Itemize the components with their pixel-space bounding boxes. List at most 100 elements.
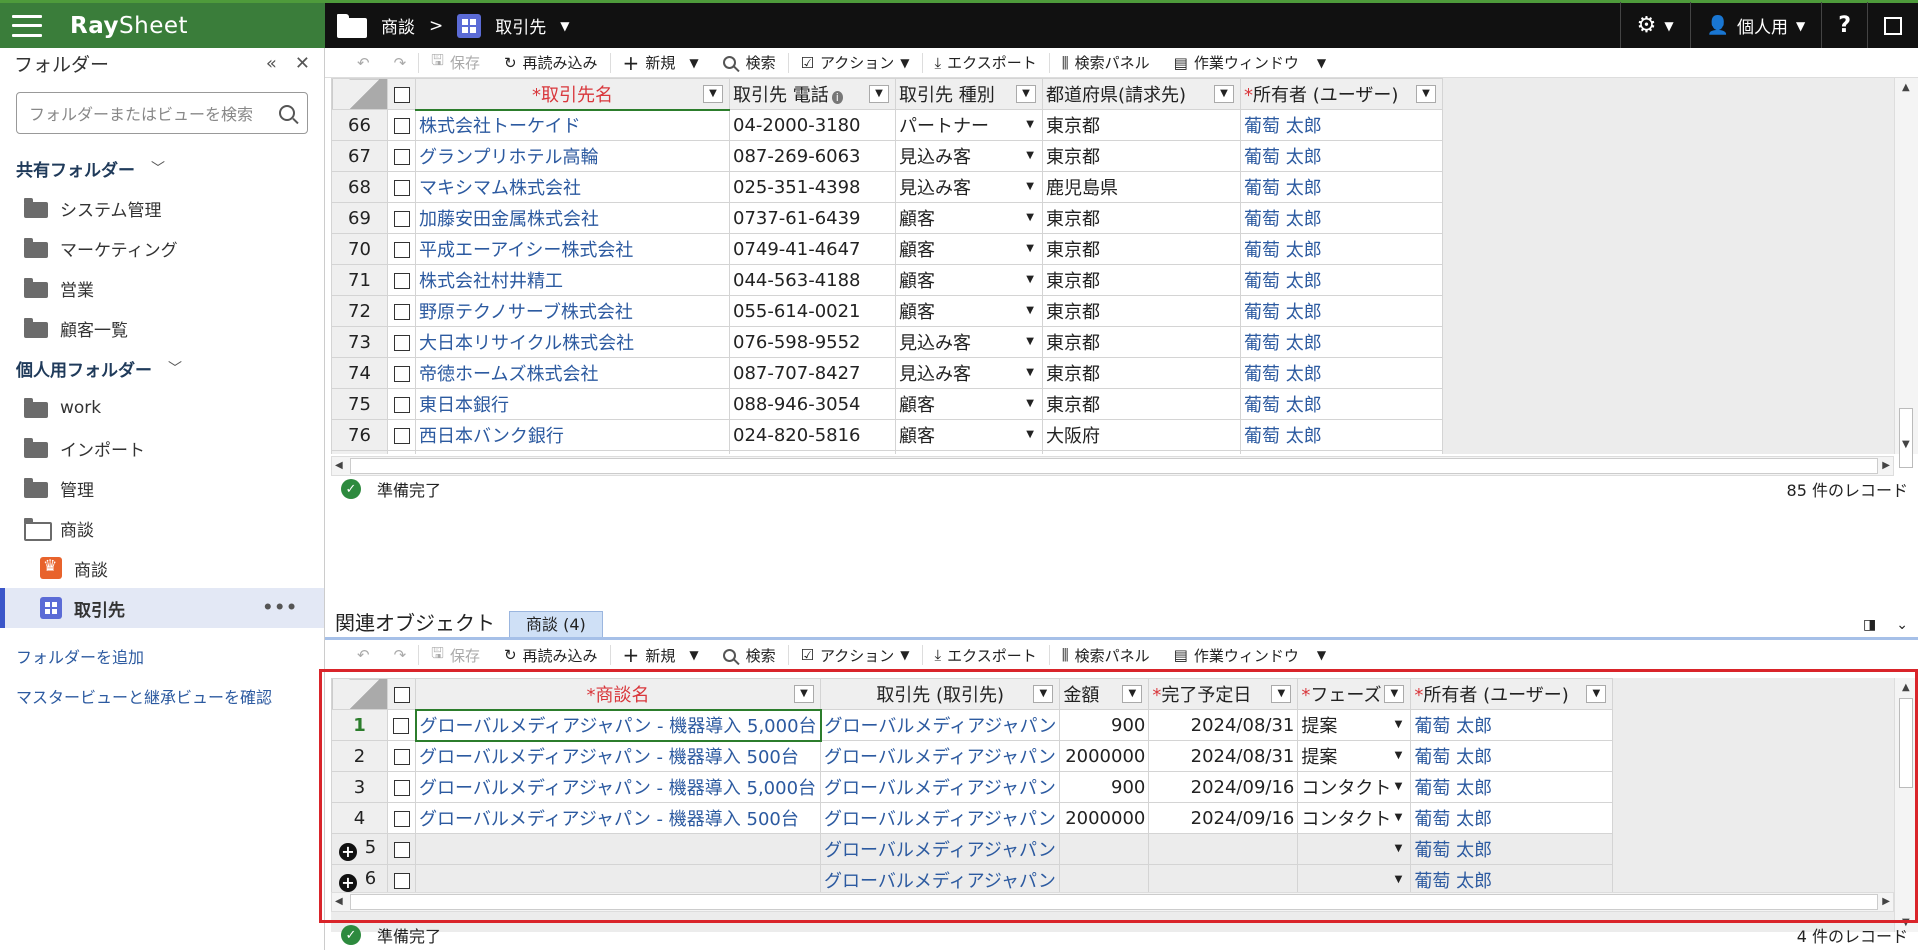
sidebar-item-work[interactable]: work — [0, 388, 324, 428]
type-cell[interactable]: 見込み客 — [895, 171, 1043, 203]
save-button[interactable]: 🖫 保存 — [419, 48, 492, 78]
column-menu-icon[interactable]: ▼ — [1416, 85, 1436, 103]
row-checkbox[interactable] — [387, 450, 416, 454]
close-date-cell[interactable]: 2024/09/16 — [1148, 802, 1299, 834]
search-button[interactable]: 検索 — [711, 640, 788, 670]
row-number[interactable]: 68 — [331, 171, 388, 203]
column-menu-icon[interactable]: ▼ — [1122, 685, 1143, 703]
close-date-cell[interactable]: 2024/09/16 — [1148, 771, 1299, 803]
prefecture-cell[interactable]: 東京都 — [1042, 140, 1241, 172]
scroll-thumb[interactable] — [350, 894, 1878, 910]
type-cell[interactable]: 見込み客 — [895, 140, 1043, 172]
prefecture-cell[interactable]: 東京都 — [1042, 388, 1241, 420]
account-name-cell[interactable]: 大日本リサイクル株式会社 — [415, 326, 730, 358]
collapse-down-icon[interactable]: ⌄ — [1896, 617, 1908, 633]
account-name-cell[interactable]: 西日本バンク銀行 — [415, 419, 730, 451]
reload-button[interactable]: ↻ 再読み込み — [492, 48, 610, 78]
account-name-cell[interactable]: マキシマム株式会社 — [415, 171, 730, 203]
sidebar-item-accounts-view[interactable]: 取引先 ••• — [0, 588, 324, 628]
row-number[interactable]: 72 — [331, 295, 388, 327]
amount-cell[interactable]: 2000000 — [1059, 740, 1150, 772]
row-checkbox[interactable] — [387, 326, 416, 358]
account-name-cell[interactable]: 株式会社村井精工 — [415, 264, 730, 296]
row-number[interactable]: 71 — [331, 264, 388, 296]
phone-cell[interactable]: 076-598-9552 — [729, 326, 896, 358]
tab-deals[interactable]: 商談 (4) — [509, 611, 603, 637]
phone-cell[interactable]: 044-563-4188 — [729, 264, 896, 296]
row-number[interactable]: 4 — [331, 802, 388, 834]
sidebar-item-import[interactable]: インポート — [0, 428, 324, 468]
prefecture-cell[interactable]: 宮城県 — [1042, 450, 1241, 454]
owner-cell[interactable]: 葡萄 太郎 — [1240, 357, 1443, 389]
new-button[interactable]: + 新規 ▼ — [611, 48, 711, 78]
phone-cell[interactable]: 087-707-8427 — [729, 357, 896, 389]
owner-cell[interactable]: 葡萄 太郎 — [1240, 388, 1443, 420]
account-cell[interactable]: グローバルメディアジャパン — [820, 740, 1061, 772]
row-checkbox[interactable] — [387, 140, 416, 172]
prefecture-cell[interactable]: 鹿児島県 — [1042, 171, 1241, 203]
row-number[interactable]: +5 — [331, 833, 388, 865]
row-number[interactable]: +6 — [331, 864, 388, 896]
owner-cell[interactable]: 葡萄 太郎 — [1240, 171, 1443, 203]
owner-cell[interactable]: 葡萄 太郎 — [1410, 740, 1614, 772]
master-view-link[interactable]: マスタービューと継承ビューを確認 — [0, 676, 324, 716]
column-header-owner[interactable]: *所有者 (ユーザー) ▼ — [1410, 678, 1614, 710]
table-row[interactable]: 75 東日本銀行088-946-3054顧客東京都葡萄 太郎 — [331, 388, 1443, 420]
table-row[interactable]: 4 グローバルメディアジャパン - 機器導入 500台 グローバルメディアジャパン 2… — [331, 802, 1614, 834]
type-cell[interactable]: 顧客 — [895, 233, 1043, 265]
table-row[interactable]: +5 グローバルメディアジャパン 葡萄 太郎 — [331, 833, 1614, 865]
prefecture-cell[interactable]: 東京都 — [1042, 202, 1241, 234]
deal-name-cell[interactable] — [414, 864, 822, 896]
row-checkbox[interactable] — [387, 833, 416, 865]
column-menu-icon[interactable]: ▼ — [1016, 85, 1036, 103]
table-row[interactable]: 70 平成エーアイシー株式会社0749-41-4647顧客東京都葡萄 太郎 — [331, 233, 1443, 265]
deal-name-cell[interactable] — [414, 833, 822, 865]
prefecture-cell[interactable]: 東京都 — [1042, 109, 1241, 141]
phase-cell[interactable] — [1297, 833, 1412, 865]
phone-cell[interactable]: 0737-61-6439 — [729, 202, 896, 234]
column-menu-icon[interactable]: ▼ — [794, 685, 815, 703]
row-checkbox[interactable] — [387, 233, 416, 265]
row-checkbox[interactable] — [387, 357, 416, 389]
breadcrumb-folder[interactable]: 商談 — [381, 13, 415, 38]
type-cell[interactable]: 見込み客 — [895, 450, 1043, 454]
table-row[interactable]: 66 株式会社トーケイド04-2000-3180パートナー東京都葡萄 太郎 — [331, 109, 1443, 141]
chevron-down-icon[interactable]: ▼ — [689, 648, 698, 662]
column-menu-icon[interactable]: ▼ — [1271, 685, 1292, 703]
chevron-down-icon[interactable]: ▼ — [560, 19, 569, 33]
sidebar-item-admin[interactable]: 管理 — [0, 468, 324, 508]
column-header-phase[interactable]: *フェーズ ▼ — [1297, 678, 1412, 710]
row-checkbox[interactable] — [387, 771, 416, 803]
row-checkbox[interactable] — [387, 709, 416, 741]
column-header-type[interactable]: 取引先 種別 ▼ — [895, 78, 1043, 110]
chevron-down-icon[interactable]: ▼ — [1317, 648, 1326, 662]
row-checkbox[interactable] — [387, 864, 416, 896]
close-date-cell[interactable] — [1148, 833, 1299, 865]
grid-corner[interactable] — [331, 678, 388, 710]
more-icon[interactable]: ••• — [262, 598, 298, 618]
type-cell[interactable]: 顧客 — [895, 388, 1043, 420]
work-window-button[interactable]: ▤ 作業ウィンドウ ▼ — [1162, 48, 1338, 78]
account-name-cell[interactable]: 仙台生みの森自然館 — [415, 450, 730, 454]
type-cell[interactable]: パートナー — [895, 109, 1043, 141]
bottom-horizontal-scrollbar[interactable]: ◀ ▶ — [331, 892, 1894, 912]
folder-search-input[interactable]: フォルダーまたはビューを検索 — [16, 92, 308, 134]
table-row[interactable]: +6 グローバルメディアジャパン 葡萄 太郎 — [331, 864, 1614, 896]
table-row[interactable]: 74 帝徳ホームズ株式会社087-707-8427見込み客東京都葡萄 太郎 — [331, 357, 1443, 389]
phone-cell[interactable]: 024-820-5816 — [729, 419, 896, 451]
export-button[interactable]: ⤓ エクスポート — [923, 640, 1049, 670]
table-row[interactable]: 1 グローバルメディアジャパン - 機器導入 5,000台 グローバルメディアジャパ… — [331, 708, 1614, 742]
chevron-down-icon[interactable]: ﹀ — [151, 158, 165, 178]
table-row[interactable]: 76 西日本バンク銀行024-820-5816顧客大阪府葡萄 太郎 — [331, 419, 1443, 451]
type-cell[interactable]: 見込み客 — [895, 326, 1043, 358]
close-date-cell[interactable] — [1148, 864, 1299, 896]
user-menu-button[interactable]: 👤 個人用 ▼ — [1689, 1, 1822, 50]
owner-cell[interactable]: 葡萄 太郎 — [1240, 419, 1443, 451]
column-header-phone[interactable]: 取引先 電話 i ▼ — [729, 78, 896, 110]
owner-cell[interactable]: 葡萄 太郎 — [1240, 109, 1443, 141]
table-row[interactable]: 3 グローバルメディアジャパン - 機器導入 5,000台 グローバルメディアジャパ… — [331, 771, 1614, 803]
phone-cell[interactable]: 0749-41-4647 — [729, 233, 896, 265]
select-all-checkbox[interactable] — [387, 78, 416, 110]
row-number[interactable]: 77 — [331, 450, 388, 454]
row-checkbox[interactable] — [387, 388, 416, 420]
